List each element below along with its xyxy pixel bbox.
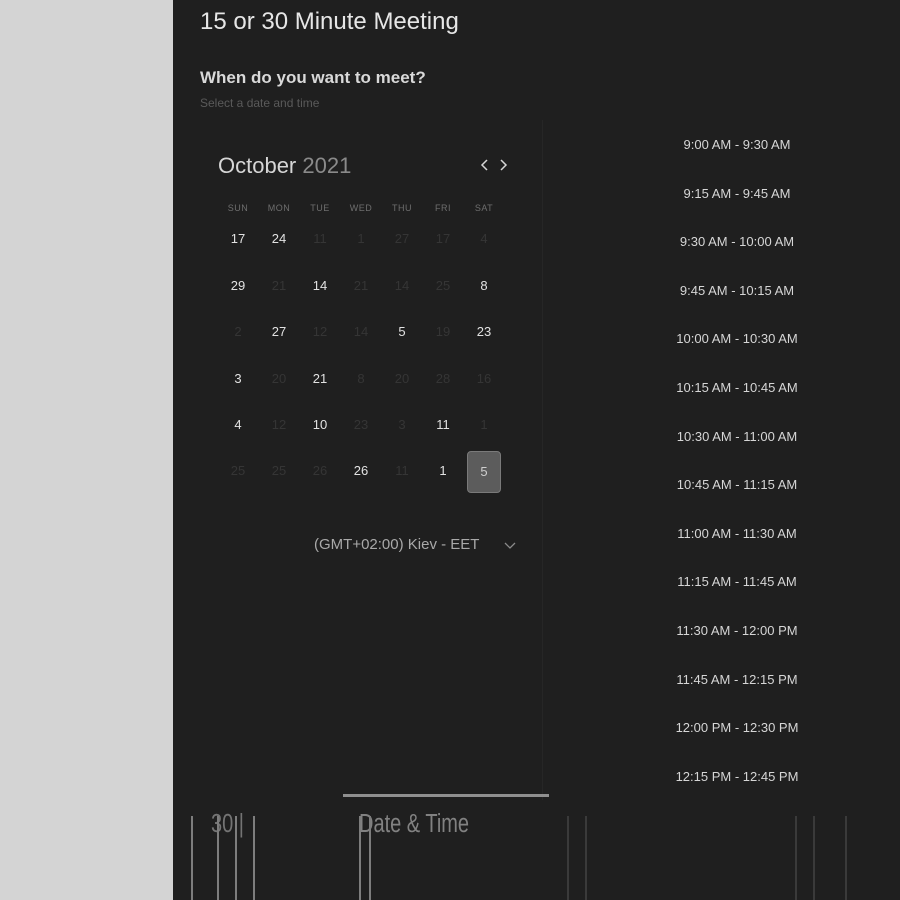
render-artifact [369,816,371,900]
month-year-label: October 2021 [218,153,351,179]
time-slot-button[interactable]: 11:00 AM - 11:30 AM [657,520,817,548]
calendar-day[interactable]: 21 [303,359,337,399]
date-subtitle: Select a date and time [200,96,320,110]
calendar-day: 21 [353,278,369,293]
calendar-day: 11 [395,463,409,478]
calendar-day: 28 [435,371,451,386]
calendar-day: 26 [312,463,328,478]
calendar-day[interactable]: 10 [303,405,337,445]
time-slot-button[interactable]: 9:45 AM - 10:15 AM [657,277,817,305]
calendar-day: 14 [353,324,369,339]
time-slot-button[interactable]: 9:15 AM - 9:45 AM [657,180,817,208]
render-artifact [567,816,569,900]
weekday-label: FRI [435,203,451,213]
next-month-button[interactable] [494,154,512,176]
calendar-day[interactable]: 29 [221,266,255,306]
calendar-day: 8 [357,371,365,386]
calendar-day: 25 [230,463,246,478]
calendar-day[interactable]: 27 [262,312,296,352]
render-artifact [585,816,587,900]
time-slot-button[interactable]: 11:15 AM - 11:45 AM [657,568,817,596]
calendar-day: 17 [435,231,451,246]
year-name: 2021 [302,153,352,178]
prev-month-button[interactable] [476,154,494,176]
render-artifact [253,816,255,900]
calendar-day-selected[interactable]: 5 [467,451,501,493]
horizontal-scrollbar[interactable] [343,794,549,797]
weekday-label: SUN [227,203,249,213]
render-artifact [217,816,219,900]
chevron-down-icon [504,542,516,549]
calendar-day: 1 [357,231,365,246]
weekday-label: THU [392,203,412,213]
calendar-day: 16 [476,371,492,386]
timezone-label: (GMT+02:00) Kiev - EET [314,536,480,553]
calendar-day[interactable]: 1 [426,451,460,491]
calendar-day: 23 [353,417,369,432]
chevron-left-icon [480,159,488,171]
meeting-title: 15 or 30 Minute Meeting [200,8,459,35]
time-slot-button[interactable]: 11:45 AM - 12:15 PM [657,666,817,694]
footer-datetime-text: Date & Time [359,810,470,839]
calendar-day[interactable]: 5 [385,312,419,352]
calendar-day: 25 [435,278,451,293]
weekday-label: TUE [310,203,330,213]
month-name: October [218,153,297,178]
column-divider [542,120,543,800]
calendar-day: 27 [394,231,410,246]
calendar-day[interactable]: 26 [344,451,378,491]
time-slot-button[interactable]: 10:30 AM - 11:00 AM [657,423,817,451]
calendar-day: 1 [480,417,488,432]
weekday-label: MON [267,203,291,213]
calendar-day: 3 [398,417,406,432]
render-artifact [359,816,361,900]
calendar-day[interactable]: 24 [262,219,296,259]
calendar-day: 14 [394,278,410,293]
time-slot-button[interactable]: 11:30 AM - 12:00 PM [657,617,817,645]
render-artifact [845,816,847,900]
calendar-day: 4 [480,231,488,246]
calendar-day: 20 [271,371,287,386]
calendar-day: 12 [312,324,328,339]
calendar-day[interactable]: 11 [426,405,460,445]
calendar-day[interactable]: 8 [467,266,501,306]
chevron-right-icon [500,159,508,171]
render-artifact [813,816,815,900]
calendar-day: 20 [394,371,410,386]
calendar-day: 25 [271,463,287,478]
calendar-day: 11 [313,231,327,246]
calendar-day: 12 [271,417,287,432]
time-slot-button[interactable]: 12:00 PM - 12:30 PM [657,714,817,742]
calendar-day[interactable]: 17 [221,219,255,259]
timezone-select[interactable]: (GMT+02:00) Kiev - EET [300,534,522,558]
footer-duration-text: 30 | [211,810,244,839]
date-question-heading: When do you want to meet? [200,68,426,87]
time-slot-button[interactable]: 12:15 PM - 12:45 PM [657,763,817,791]
weekday-label: SAT [474,203,494,213]
time-slot-button[interactable]: 9:30 AM - 10:00 AM [657,228,817,256]
calendar-day: 19 [435,324,451,339]
calendar-day: 21 [271,278,287,293]
time-slot-button[interactable]: 9:00 AM - 9:30 AM [657,131,817,159]
calendar-day[interactable]: 23 [467,312,501,352]
calendar-day: 2 [234,324,242,339]
render-artifact [191,816,193,900]
left-gutter [0,0,173,900]
weekday-label: WED [349,203,373,213]
footer-strip: 30 | Date & Time [173,800,900,900]
time-slot-button[interactable]: 10:45 AM - 11:15 AM [657,471,817,499]
calendar-day[interactable]: 4 [221,405,255,445]
render-artifact [795,816,797,900]
time-slot-button[interactable]: 10:15 AM - 10:45 AM [657,374,817,402]
render-artifact [235,816,237,900]
time-slot-button[interactable]: 10:00 AM - 10:30 AM [657,325,817,353]
calendar-day[interactable]: 3 [221,359,255,399]
calendar-day[interactable]: 14 [303,266,337,306]
